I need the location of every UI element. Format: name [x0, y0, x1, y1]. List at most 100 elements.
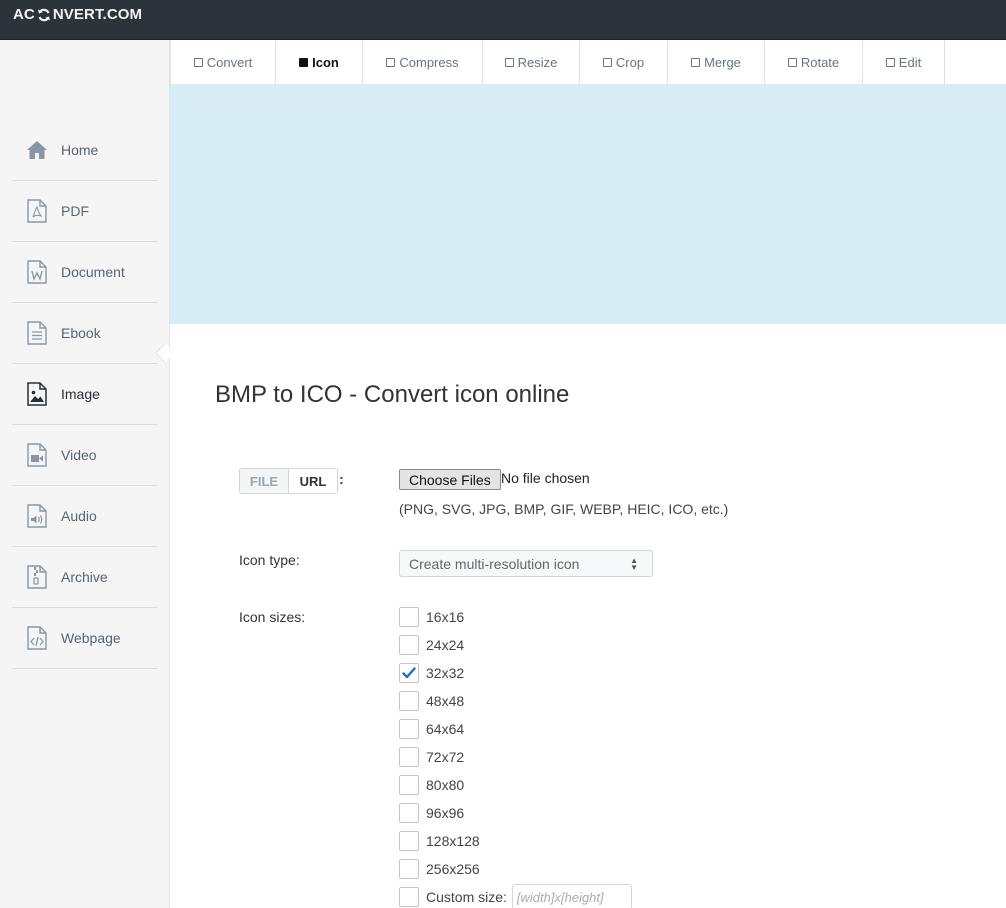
- icon-type-selected-value: Create multi-resolution icon: [409, 555, 580, 572]
- site-logo[interactable]: AC NVERT.COM: [13, 6, 142, 23]
- size-checkbox-checked[interactable]: [399, 663, 419, 683]
- archive-file-icon: [26, 565, 48, 589]
- tab-label: Convert: [206, 54, 253, 70]
- file-status: No file chosen: [501, 470, 590, 486]
- tab-compress[interactable]: Compress: [363, 40, 483, 84]
- sidebar-item-label: Ebook: [61, 325, 101, 341]
- home-icon: [26, 138, 48, 162]
- size-label: 64x64: [426, 721, 465, 737]
- size-checkbox[interactable]: [399, 775, 419, 795]
- sidebar-item-ebook[interactable]: Ebook: [12, 303, 157, 364]
- tab-label: Rotate: [800, 54, 840, 70]
- tab-merge[interactable]: Merge: [668, 40, 765, 84]
- custom-size-input[interactable]: [511, 884, 632, 908]
- size-label: 72x72: [426, 749, 465, 765]
- tab-checkbox-icon: [299, 57, 309, 67]
- sidebar-item-pdf[interactable]: PDF: [12, 181, 157, 242]
- tab-label: Merge: [704, 54, 741, 70]
- sidebar-item-video[interactable]: Video: [12, 425, 157, 486]
- top-bar: AC NVERT.COM: [0, 0, 1006, 40]
- size-option-custom[interactable]: Custom size:: [399, 884, 632, 908]
- size-checkbox[interactable]: [399, 719, 419, 739]
- tab-edit[interactable]: Edit: [863, 40, 945, 84]
- size-label: 24x24: [426, 637, 465, 653]
- sidebar-item-label: Image: [61, 386, 100, 402]
- tab-icon[interactable]: Icon: [276, 40, 363, 84]
- size-option-32x32[interactable]: 32x32: [399, 663, 464, 683]
- word-file-icon: [26, 260, 48, 284]
- size-checkbox[interactable]: [399, 691, 419, 711]
- source-toggle: FILE URL: [239, 468, 338, 494]
- tab-checkbox-icon: [691, 57, 701, 67]
- page-title: BMP to ICO - Convert icon online: [215, 381, 570, 408]
- size-option-64x64[interactable]: 64x64: [399, 719, 464, 739]
- select-arrows-icon: ▲ ▼: [630, 556, 638, 572]
- tab-checkbox-icon: [504, 57, 514, 67]
- size-checkbox[interactable]: [399, 803, 419, 823]
- image-file-icon: [26, 382, 48, 406]
- size-option-256x256[interactable]: 256x256: [399, 859, 480, 879]
- tab-resize[interactable]: Resize: [483, 40, 580, 84]
- tab-crop[interactable]: Crop: [580, 40, 668, 84]
- tab-convert[interactable]: Convert: [170, 40, 276, 84]
- size-label: 16x16: [426, 609, 465, 625]
- size-label: 48x48: [426, 693, 465, 709]
- size-option-128x128[interactable]: 128x128: [399, 831, 480, 851]
- icon-type-select[interactable]: Create multi-resolution icon ▲ ▼: [399, 550, 653, 577]
- size-option-72x72[interactable]: 72x72: [399, 747, 464, 767]
- checkmark-icon: [402, 667, 416, 679]
- pdf-file-icon: [26, 199, 48, 223]
- size-checkbox[interactable]: [399, 747, 419, 767]
- sidebar-item-label: Video: [61, 447, 97, 463]
- tab-checkbox-icon: [602, 57, 612, 67]
- size-checkbox[interactable]: [399, 831, 419, 851]
- size-checkbox[interactable]: [399, 635, 419, 655]
- audio-file-icon: [26, 504, 48, 528]
- source-toggle-colon: :: [339, 471, 344, 487]
- tab-checkbox-icon: [787, 57, 797, 67]
- size-option-96x96[interactable]: 96x96: [399, 803, 464, 823]
- tab-label: Resize: [517, 54, 558, 70]
- sidebar-item-image[interactable]: Image: [12, 364, 157, 425]
- sidebar-item-webpage[interactable]: Webpage: [12, 608, 157, 669]
- tab-label: Crop: [615, 54, 645, 70]
- size-checkbox[interactable]: [399, 859, 419, 879]
- sidebar-item-home[interactable]: Home: [12, 120, 157, 181]
- choose-files-button[interactable]: Choose Files: [399, 469, 501, 490]
- size-label: 80x80: [426, 777, 465, 793]
- sidebar-item-label: Home: [61, 142, 99, 158]
- supported-formats-hint: (PNG, SVG, JPG, BMP, GIF, WEBP, HEIC, IC…: [399, 501, 729, 517]
- sidebar-item-label: Webpage: [61, 630, 121, 646]
- size-option-48x48[interactable]: 48x48: [399, 691, 464, 711]
- size-checkbox[interactable]: [399, 607, 419, 627]
- sidebar-item-audio[interactable]: Audio: [12, 486, 157, 547]
- sidebar-item-label: PDF: [61, 203, 89, 219]
- size-label: 32x32: [426, 665, 465, 681]
- custom-size-label: Custom size:: [426, 889, 507, 905]
- sidebar: Home PDF Document Ebook Image Video Audi…: [0, 40, 170, 908]
- size-option-16x16[interactable]: 16x16: [399, 607, 464, 627]
- file-source-button[interactable]: FILE: [240, 469, 289, 493]
- ad-banner: [170, 84, 1006, 324]
- sidebar-item-label: Audio: [61, 508, 97, 524]
- tab-label: Compress: [399, 54, 459, 70]
- size-option-24x24[interactable]: 24x24: [399, 635, 464, 655]
- video-file-icon: [26, 443, 48, 467]
- tab-checkbox-icon: [193, 57, 203, 67]
- code-file-icon: [26, 626, 48, 650]
- sidebar-item-document[interactable]: Document: [12, 242, 157, 303]
- tab-checkbox-icon: [885, 57, 895, 67]
- size-label: 96x96: [426, 805, 465, 821]
- size-option-80x80[interactable]: 80x80: [399, 775, 464, 795]
- ebook-file-icon: [26, 321, 48, 345]
- sidebar-item-label: Archive: [61, 569, 108, 585]
- sidebar-item-label: Document: [61, 264, 125, 280]
- sidebar-item-archive[interactable]: Archive: [12, 547, 157, 608]
- refresh-icon: [37, 8, 51, 22]
- tool-tabs: Convert Icon Compress Resize Crop Merge …: [170, 40, 1006, 84]
- url-source-button[interactable]: URL: [289, 469, 337, 493]
- tab-label: Edit: [898, 54, 922, 70]
- tab-rotate[interactable]: Rotate: [765, 40, 863, 84]
- icon-sizes-label: Icon sizes:: [239, 609, 306, 625]
- custom-size-checkbox[interactable]: [399, 887, 419, 907]
